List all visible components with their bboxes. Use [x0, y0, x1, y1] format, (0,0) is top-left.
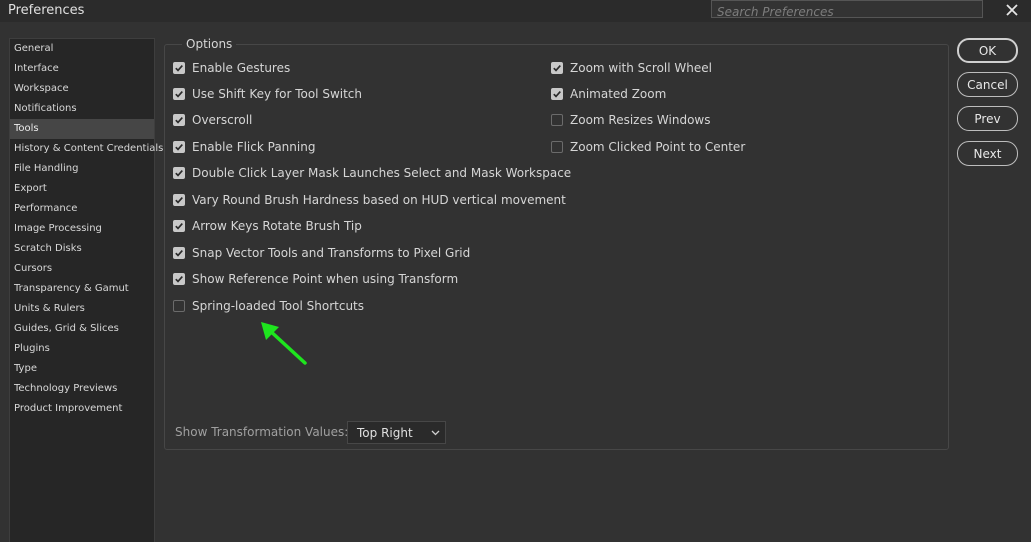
option-row[interactable]: Show Reference Point when using Transfor…: [173, 272, 458, 286]
option-label: Show Reference Point when using Transfor…: [192, 272, 459, 286]
checkbox-checked-icon[interactable]: [551, 88, 563, 100]
option-row[interactable]: Overscroll: [173, 113, 252, 127]
option-row[interactable]: Snap Vector Tools and Transforms to Pixe…: [173, 246, 470, 260]
checkbox-checked-icon[interactable]: [173, 167, 185, 179]
ok-button[interactable]: OK: [957, 38, 1018, 63]
sidebar-item[interactable]: Performance: [10, 199, 154, 219]
option-label: Vary Round Brush Hardness based on HUD v…: [192, 193, 566, 207]
checkbox-unchecked-icon[interactable]: [551, 141, 563, 153]
sidebar-item[interactable]: Type: [10, 359, 154, 379]
option-row[interactable]: Enable Flick Panning: [173, 140, 315, 154]
window-title: Preferences: [8, 3, 85, 18]
sidebar-item[interactable]: Image Processing: [10, 219, 154, 239]
sidebar-item[interactable]: Plugins: [10, 339, 154, 359]
checkbox-unchecked-icon[interactable]: [551, 114, 563, 126]
sidebar-item[interactable]: Units & Rulers: [10, 299, 154, 319]
option-label: Zoom with Scroll Wheel: [570, 61, 712, 75]
sidebar-item[interactable]: Transparency & Gamut: [10, 279, 154, 299]
sidebar-item[interactable]: Notifications: [10, 99, 154, 119]
sidebar-item[interactable]: Tools: [10, 119, 154, 139]
option-row[interactable]: Zoom with Scroll Wheel: [551, 61, 712, 75]
close-icon[interactable]: [1002, 0, 1022, 20]
sidebar-item[interactable]: Interface: [10, 59, 154, 79]
checkbox-checked-icon[interactable]: [551, 62, 563, 74]
option-label: Overscroll: [192, 113, 253, 127]
sidebar-item[interactable]: Scratch Disks: [10, 239, 154, 259]
transformation-values-value: Top Right: [357, 425, 413, 440]
sidebar-item[interactable]: Product Improvement: [10, 399, 154, 419]
option-label: Snap Vector Tools and Transforms to Pixe…: [192, 246, 471, 260]
options-legend: Options: [182, 37, 237, 51]
next-button[interactable]: Next: [957, 141, 1018, 166]
checkbox-checked-icon[interactable]: [173, 273, 185, 285]
cancel-button[interactable]: Cancel: [957, 72, 1018, 97]
option-label: Use Shift Key for Tool Switch: [192, 87, 363, 101]
transformation-values-label: Show Transformation Values:: [175, 425, 349, 439]
sidebar-item[interactable]: File Handling: [10, 159, 154, 179]
transformation-values-select[interactable]: Top Right: [347, 421, 446, 444]
sidebar-item[interactable]: History & Content Credentials: [10, 139, 163, 159]
option-label: Animated Zoom: [570, 87, 667, 101]
option-row[interactable]: Spring-loaded Tool Shortcuts: [173, 299, 364, 313]
option-label: Double Click Layer Mask Launches Select …: [192, 166, 572, 180]
option-label: Spring-loaded Tool Shortcuts: [192, 299, 365, 313]
option-row[interactable]: Animated Zoom: [551, 87, 666, 101]
category-list: General Interface Workspace Notifications To…: [10, 39, 163, 419]
sidebar-item[interactable]: Export: [10, 179, 154, 199]
checkbox-checked-icon[interactable]: [173, 247, 185, 259]
checkbox-checked-icon[interactable]: [173, 62, 185, 74]
sidebar-item[interactable]: Workspace: [10, 79, 154, 99]
annotation-arrow-icon: [261, 322, 307, 365]
sidebar-item[interactable]: General: [10, 39, 154, 59]
category-sidebar: General Interface Workspace Notifications To…: [9, 38, 163, 542]
option-label: Zoom Clicked Point to Center: [570, 140, 746, 154]
search-box[interactable]: [711, 0, 983, 20]
option-row[interactable]: Zoom Resizes Windows: [551, 113, 711, 127]
option-label: Arrow Keys Rotate Brush Tip: [192, 219, 362, 233]
chevron-down-icon: [431, 430, 440, 436]
option-label: Enable Gestures: [192, 61, 291, 75]
checkbox-checked-icon[interactable]: [173, 114, 185, 126]
option-label: Zoom Resizes Windows: [570, 113, 711, 127]
sidebar-item[interactable]: Cursors: [10, 259, 154, 279]
checkbox-checked-icon[interactable]: [173, 220, 185, 232]
option-row[interactable]: Arrow Keys Rotate Brush Tip: [173, 219, 362, 233]
checkbox-unchecked-icon[interactable]: [173, 300, 185, 312]
option-row[interactable]: Use Shift Key for Tool Switch: [173, 87, 362, 101]
sidebar-item[interactable]: Technology Previews: [10, 379, 154, 399]
option-row[interactable]: Vary Round Brush Hardness based on HUD v…: [173, 193, 566, 207]
option-row[interactable]: Zoom Clicked Point to Center: [551, 140, 745, 154]
search-input[interactable]: [712, 4, 982, 20]
checkbox-checked-icon[interactable]: [173, 88, 185, 100]
option-row[interactable]: Enable Gestures: [173, 61, 290, 75]
option-row[interactable]: Double Click Layer Mask Launches Select …: [173, 166, 571, 180]
checkbox-checked-icon[interactable]: [173, 141, 185, 153]
sidebar-item[interactable]: Guides, Grid & Slices: [10, 319, 154, 339]
option-label: Enable Flick Panning: [192, 140, 316, 154]
checkbox-checked-icon[interactable]: [173, 194, 185, 206]
prev-button[interactable]: Prev: [957, 106, 1018, 131]
